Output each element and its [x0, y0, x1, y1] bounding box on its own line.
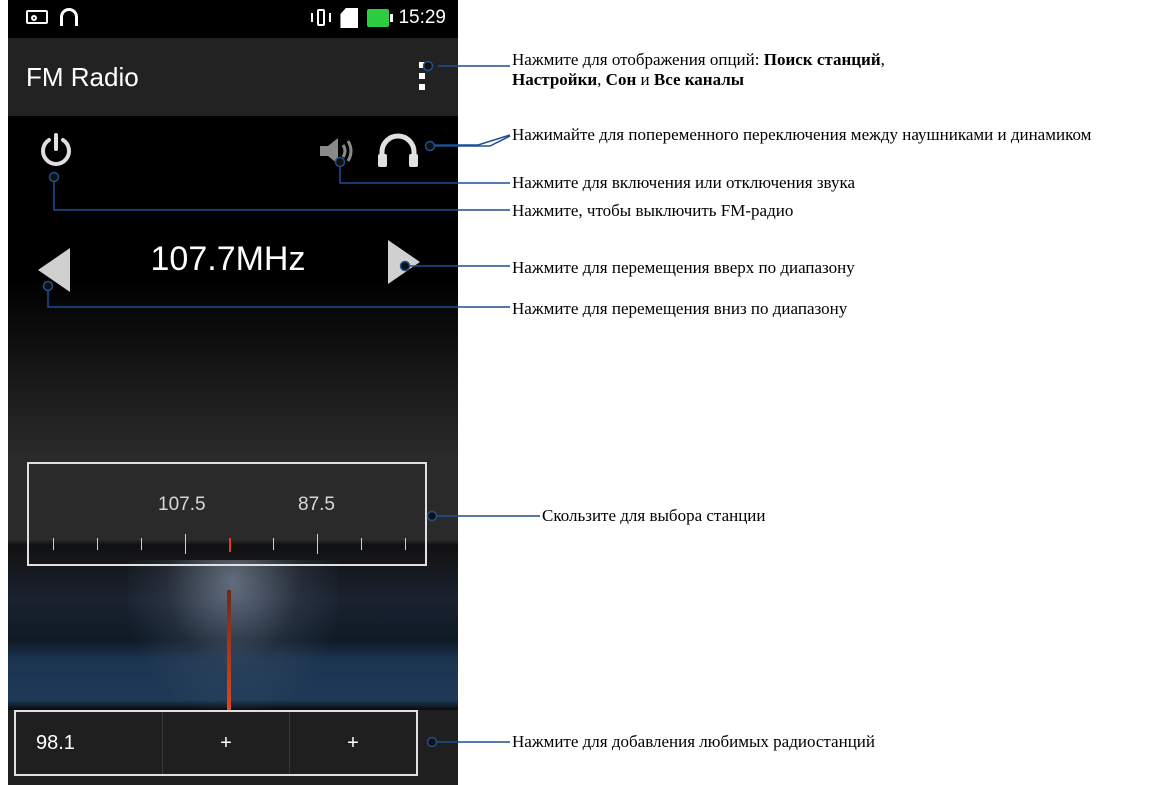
- overflow-menu-icon[interactable]: [416, 62, 428, 96]
- tuner-needle: [227, 590, 231, 710]
- callout-headphones: Нажимайте для попеременного переключения…: [512, 125, 1092, 144]
- phone-screen: 15:29 FM Radio 107.7MHz 107.5 87.5 98.1 …: [8, 0, 458, 785]
- app-title: FM Radio: [26, 62, 139, 92]
- mail-icon: [26, 10, 48, 24]
- dial-ticks: [8, 534, 458, 554]
- speaker-icon[interactable]: [318, 136, 356, 166]
- favorites-list: 98.1 + +: [14, 710, 418, 776]
- callout-menu: Нажмите для отображения опций: Поиск ста…: [512, 50, 885, 89]
- sd-card-icon: [340, 8, 359, 28]
- dial-tick: [405, 538, 406, 550]
- dial-glow: [128, 560, 338, 710]
- status-bar: 15:29: [8, 0, 458, 38]
- dial-tick: [273, 538, 274, 550]
- add-favorite-button[interactable]: +: [163, 712, 290, 774]
- favorite-station[interactable]: 98.1: [16, 712, 163, 774]
- power-icon[interactable]: [38, 132, 74, 168]
- callout-dial: Скользите для выбора станции: [542, 506, 766, 525]
- frequency-display: 107.7MHz: [150, 240, 306, 278]
- battery-charging-icon: [367, 9, 394, 27]
- dial-tick: [53, 538, 54, 550]
- dial-tick: [361, 538, 362, 550]
- callout-speaker: Нажмите для включения или отключения зву…: [512, 173, 856, 192]
- vibrate-icon: [311, 8, 332, 28]
- dial-tick: [97, 538, 98, 550]
- headphones-icon[interactable]: [376, 132, 420, 168]
- dial-label-right: 87.5: [298, 494, 335, 515]
- callout-next: Нажмите для перемещения вверх по диапазо…: [512, 258, 855, 277]
- arrow-right-icon[interactable]: [388, 240, 420, 284]
- dial-tick-major: [317, 534, 318, 554]
- app-bar: FM Radio: [8, 38, 458, 116]
- dial-label-left: 107.5: [158, 494, 206, 515]
- callout-power: Нажмите, чтобы выключить FM-радио: [512, 201, 794, 220]
- callout-prev: Нажмите для перемещения вниз по диапазон…: [512, 299, 848, 318]
- arrow-left-icon[interactable]: [38, 248, 70, 292]
- callout-favorites: Нажмите для добавления любимых радиостан…: [512, 732, 875, 751]
- headset-icon: [60, 8, 78, 26]
- status-time: 15:29: [398, 7, 446, 28]
- dial-current-marker: [229, 538, 231, 552]
- dial-tick-major: [185, 534, 186, 554]
- dial-tick: [141, 538, 142, 550]
- add-favorite-button[interactable]: +: [290, 712, 416, 774]
